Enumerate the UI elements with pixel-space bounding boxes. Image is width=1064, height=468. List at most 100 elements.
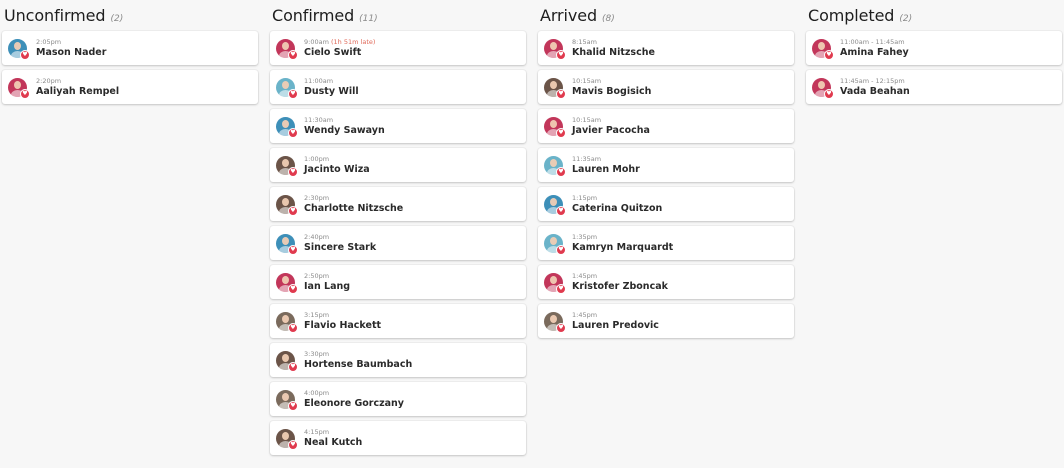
appointment-card[interactable]: ♥ 10:15am Mavis Bogisich <box>538 70 794 104</box>
patient-name: Jacinto Wiza <box>304 163 370 175</box>
patient-name: Lauren Mohr <box>572 163 640 175</box>
appointment-card[interactable]: ♥ 8:15am Khalid Nitzsche <box>538 31 794 65</box>
patient-name: Vada Beahan <box>840 85 910 97</box>
appointment-time: 11:00am - 11:45am <box>840 37 905 46</box>
heart-icon: ♥ <box>824 49 834 60</box>
appointment-time: 4:00pm <box>304 388 330 397</box>
patient-avatar: ♥ <box>8 38 30 60</box>
column-arrived: Arrived (8) ♥ 8:15am Khalid Nitzsche ♥ 10… <box>538 0 796 338</box>
heart-icon: ♥ <box>288 439 298 450</box>
appointment-time: 10:15am <box>572 76 602 85</box>
patient-name: Kamryn Marquardt <box>572 241 674 253</box>
column-header: Arrived (8) <box>538 0 796 31</box>
appointment-card[interactable]: ♥ 9:00am (1h 51m late) Cielo Swift <box>270 31 526 65</box>
appointment-card[interactable]: ♥ 11:00am - 11:45am Amina Fahey <box>806 31 1062 65</box>
patient-avatar: ♥ <box>276 389 298 411</box>
appointment-time: 8:15am <box>572 37 597 46</box>
patient-avatar: ♥ <box>276 350 298 372</box>
appointment-time: 10:15am <box>572 115 602 124</box>
heart-icon: ♥ <box>556 205 566 216</box>
heart-icon: ♥ <box>556 88 566 99</box>
appointment-card[interactable]: ♥ 4:00pm Eleonore Gorczany <box>270 382 526 416</box>
appointment-time: 11:00am <box>304 76 334 85</box>
patient-avatar: ♥ <box>276 116 298 138</box>
patient-avatar: ♥ <box>544 194 566 216</box>
appointment-card[interactable]: ♥ 11:45am - 12:15pm Vada Beahan <box>806 70 1062 104</box>
appointment-time: 9:00am (1h 51m late) <box>304 37 376 46</box>
appointment-time: 11:45am - 12:15pm <box>840 76 905 85</box>
appointment-card[interactable]: ♥ 11:30am Wendy Sawayn <box>270 109 526 143</box>
appointment-time: 11:35am <box>572 154 602 163</box>
patient-name: Javier Pacocha <box>572 124 650 136</box>
patient-avatar: ♥ <box>544 116 566 138</box>
appointment-card[interactable]: ♥ 11:00am Dusty Will <box>270 70 526 104</box>
appointment-card[interactable]: ♥ 2:40pm Sincere Stark <box>270 226 526 260</box>
patient-name: Charlotte Nitzsche <box>304 202 404 214</box>
appointment-card[interactable]: ♥ 1:35pm Kamryn Marquardt <box>538 226 794 260</box>
heart-icon: ♥ <box>556 127 566 138</box>
patient-name: Khalid Nitzsche <box>572 46 655 58</box>
appointment-card[interactable]: ♥ 10:15am Javier Pacocha <box>538 109 794 143</box>
appointment-card[interactable]: ♥ 1:00pm Jacinto Wiza <box>270 148 526 182</box>
patient-avatar: ♥ <box>276 272 298 294</box>
column-confirmed: Confirmed (11) ♥ 9:00am (1h 51m late) Cie… <box>270 0 528 455</box>
patient-avatar: ♥ <box>812 38 834 60</box>
heart-icon: ♥ <box>556 322 566 333</box>
appointment-card[interactable]: ♥ 3:30pm Hortense Baumbach <box>270 343 526 377</box>
heart-icon: ♥ <box>556 283 566 294</box>
patient-name: Caterina Quitzon <box>572 202 663 214</box>
appointment-card[interactable]: ♥ 3:15pm Flavio Hackett <box>270 304 526 338</box>
patient-avatar: ♥ <box>276 155 298 177</box>
heart-icon: ♥ <box>556 49 566 60</box>
patient-avatar: ♥ <box>544 38 566 60</box>
patient-name: Flavio Hackett <box>304 319 382 331</box>
heart-icon: ♥ <box>556 166 566 177</box>
appointment-card[interactable]: ♥ 4:15pm Neal Kutch <box>270 421 526 455</box>
patient-name: Kristofer Zboncak <box>572 280 668 292</box>
column-unconfirmed: Unconfirmed (2) ♥ 2:05pm Mason Nader ♥ 2:… <box>2 0 260 104</box>
appointment-card[interactable]: ♥ 11:35am Lauren Mohr <box>538 148 794 182</box>
appointment-time: 4:15pm <box>304 427 330 436</box>
column-title: Confirmed <box>272 6 355 25</box>
heart-icon: ♥ <box>556 244 566 255</box>
column-header: Confirmed (11) <box>270 0 528 31</box>
heart-icon: ♥ <box>20 88 30 99</box>
appointment-time: 1:35pm <box>572 232 598 241</box>
column-count: (2) <box>899 14 913 24</box>
column-title: Completed <box>808 6 895 25</box>
patient-avatar: ♥ <box>544 272 566 294</box>
patient-avatar: ♥ <box>276 38 298 60</box>
patient-avatar: ♥ <box>544 77 566 99</box>
patient-avatar: ♥ <box>276 428 298 450</box>
patient-name: Sincere Stark <box>304 241 377 253</box>
column-title: Unconfirmed <box>4 6 106 25</box>
appointment-card[interactable]: ♥ 1:45pm Kristofer Zboncak <box>538 265 794 299</box>
heart-icon: ♥ <box>824 88 834 99</box>
heart-icon: ♥ <box>288 49 298 60</box>
patient-name: Neal Kutch <box>304 436 363 448</box>
patient-name: Aaliyah Rempel <box>36 85 120 97</box>
appointment-card[interactable]: ♥ 1:15pm Caterina Quitzon <box>538 187 794 221</box>
patient-name: Ian Lang <box>304 280 351 292</box>
appointment-time: 2:30pm <box>304 193 330 202</box>
appointment-card[interactable]: ♥ 2:05pm Mason Nader <box>2 31 258 65</box>
patient-avatar: ♥ <box>276 77 298 99</box>
heart-icon: ♥ <box>288 205 298 216</box>
patient-avatar: ♥ <box>544 233 566 255</box>
heart-icon: ♥ <box>288 88 298 99</box>
heart-icon: ♥ <box>288 361 298 372</box>
appointment-card[interactable]: ♥ 2:20pm Aaliyah Rempel <box>2 70 258 104</box>
appointment-card[interactable]: ♥ 1:45pm Lauren Predovic <box>538 304 794 338</box>
appointment-card[interactable]: ♥ 2:30pm Charlotte Nitzsche <box>270 187 526 221</box>
appointment-card[interactable]: ♥ 2:50pm Ian Lang <box>270 265 526 299</box>
late-indicator: (1h 51m late) <box>331 37 376 46</box>
column-count: (8) <box>602 14 615 24</box>
appointment-time: 3:15pm <box>304 310 330 319</box>
column-count: (2) <box>110 14 124 24</box>
column-count: (11) <box>359 14 378 24</box>
patient-name: Hortense Baumbach <box>304 358 413 370</box>
patient-name: Mavis Bogisich <box>572 85 652 97</box>
patient-avatar: ♥ <box>8 77 30 99</box>
patient-avatar: ♥ <box>276 233 298 255</box>
patient-avatar: ♥ <box>276 194 298 216</box>
